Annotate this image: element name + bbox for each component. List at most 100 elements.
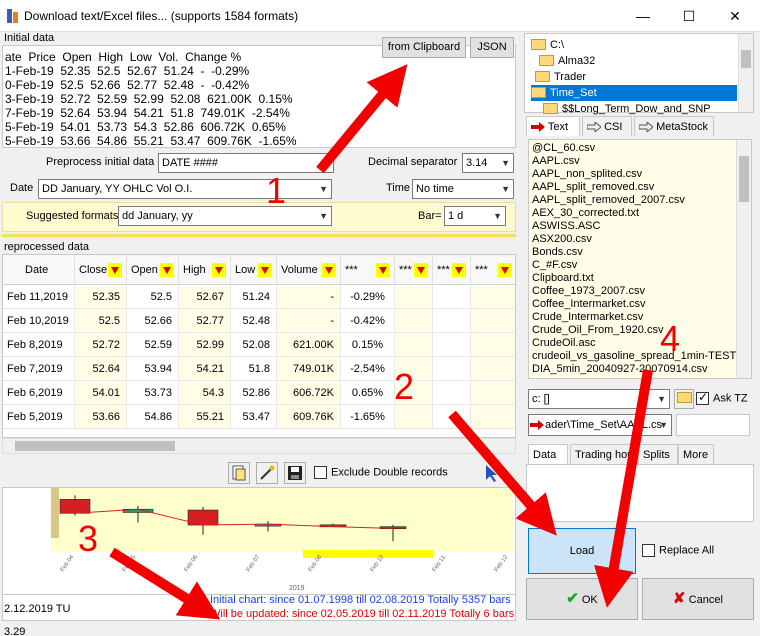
initial-data-line: 7-Feb-19 52.64 53.94 54.21 51.8 749.01K … [5,106,290,120]
filter-arrow-icon[interactable] [452,263,466,277]
file-item[interactable]: DIA_5min_20040927-20070914.csv [529,363,751,376]
filter-arrow-icon[interactable] [212,263,226,277]
filter-arrow-icon[interactable] [160,263,174,277]
file-item[interactable]: ASX200.csv [529,233,751,246]
file-item[interactable]: Bonds.csv [529,246,751,259]
annotation-number-3: 3 [78,518,99,559]
file-item[interactable]: AAPL_split_removed.csv [529,181,751,194]
column-header[interactable]: *** [341,255,395,285]
file-item[interactable]: ASWISS.ASC [529,220,751,233]
table-cell: -0.42% [341,310,395,333]
table-cell [471,406,515,429]
file-item[interactable]: Coffee_1973_2007.csv [529,285,751,298]
column-header[interactable]: Date [3,255,75,285]
pointer-icon[interactable] [478,462,502,484]
tab-more[interactable]: More [678,444,714,464]
tab-text[interactable]: Text [526,116,580,136]
tab-metastock[interactable]: MetaStock [634,116,714,136]
table-cell [395,406,433,429]
column-header[interactable]: *** [433,255,471,285]
decimal-separator-value: 3.14 [466,157,488,169]
tab-csi[interactable]: CSI [582,116,632,136]
cancel-button[interactable]: ✘ Cancel [642,578,754,620]
time-format-combo[interactable]: No time ▼ [412,179,514,199]
tree-scrollbar[interactable] [738,34,753,112]
tab-splits[interactable]: Splits [638,444,678,464]
tab-trading-hours[interactable]: Trading hour [570,444,638,464]
drive-combo[interactable]: c: [] ▼ [528,389,670,409]
table-cell: 53.47 [231,406,277,429]
file-list[interactable]: @CL_60.csv AAPL.csv AAPL_non_splited.csv AA… [528,139,752,379]
initial-data-text[interactable]: ate Price Open High Low Vol. Change % 1-F… [2,45,516,148]
preprocessed-grid[interactable]: Date Close Open High Low Volume *** *** *** *** Fe… [2,254,516,438]
column-header[interactable]: Close [75,255,127,285]
file-item[interactable]: AEX_30_corrected.txt [529,207,751,220]
file-item[interactable]: crudeoil_vs_gasoline_spread_1min-TESTED [529,350,751,363]
file-list-scrollbar[interactable] [736,140,751,378]
replace-all-checkbox[interactable]: Replace All [642,544,714,557]
suggested-formats-combo[interactable]: dd January, yy ▼ [118,206,332,226]
file-item[interactable]: Coffee_Intermarket.csv [529,298,751,311]
tree-item[interactable]: Alma32 [539,53,595,69]
filter-arrow-icon[interactable] [414,263,428,277]
ask-tz-label: Ask TZ [713,392,748,405]
initial-data-line: 0-Feb-19 52.5 52.66 52.77 52.48 - -0.42% [5,78,250,92]
drive-value: c: [] [532,393,550,405]
from-clipboard-button[interactable]: from Clipboard [382,37,466,58]
tree-item[interactable]: Trader [535,69,586,85]
table-cell: 52.64 [75,358,127,381]
json-button[interactable]: JSON [470,37,514,58]
wand-icon[interactable] [256,462,278,484]
folder-icon[interactable] [674,389,694,409]
checkbox-box[interactable] [642,544,655,557]
tree-item-label: Alma32 [558,55,596,67]
preprocess-combo[interactable]: DATE #### ▼ [158,153,334,173]
checkbox-box[interactable] [314,466,327,479]
horizontal-scrollbar[interactable] [2,438,516,454]
column-header[interactable]: *** [471,255,515,285]
file-item[interactable]: Clipboard.txt [529,272,751,285]
file-item[interactable]: C_#F.csv [529,259,751,272]
file-item[interactable]: CrudeOil.asc [529,337,751,350]
ok-button[interactable]: ✔ OK [526,578,638,620]
save-icon[interactable] [284,462,306,484]
maximize-button[interactable]: ☐ [666,0,712,32]
column-header[interactable]: Open [127,255,179,285]
file-item[interactable]: Crude_Oil_From_1920.csv [529,324,751,337]
decimal-separator-combo[interactable]: 3.14 ▼ [462,153,514,173]
column-header[interactable]: Low [231,255,277,285]
filter-arrow-icon[interactable] [322,263,336,277]
path-combo[interactable]: ader\Time_Set\AAPL.cs ▼ [528,414,672,436]
checkbox-box[interactable] [696,390,709,405]
file-item[interactable]: @CL_60.csv [529,142,751,155]
file-item[interactable]: AAPL_non_splited.csv [529,168,751,181]
ask-tz-checkbox[interactable]: Ask TZ [696,390,748,405]
filter-arrow-icon[interactable] [258,263,272,277]
close-button[interactable]: ✕ [712,0,758,32]
tree-item[interactable]: C:\ [531,37,564,53]
bar-combo[interactable]: 1 d ▼ [444,206,506,226]
file-item[interactable]: AAPL.csv [529,155,751,168]
exclude-double-checkbox[interactable]: Exclude Double records [314,466,448,479]
folder-icon [539,54,554,66]
date-format-combo[interactable]: DD January, YY OHLC Vol O.I. ▼ [38,179,332,199]
table-cell: Feb 7,2019 [3,358,75,381]
column-header[interactable]: High [179,255,231,285]
filter-arrow-icon[interactable] [498,263,512,277]
copy-icon[interactable] [228,462,250,484]
table-cell: 749.01K [277,358,341,381]
minimize-button[interactable]: — [620,0,666,32]
file-item[interactable]: AAPL_split_removed_2007.csv [529,194,751,207]
load-button[interactable]: Load [528,528,636,574]
filter-arrow-icon[interactable] [376,263,390,277]
tab-data[interactable]: Data [528,444,568,464]
tree-item[interactable]: Time_Set [531,85,737,101]
tree-item[interactable]: $$Long_Term_Dow_and_SNP [543,101,711,117]
file-item[interactable]: Crude_Intermarket.csv [529,311,751,324]
column-header[interactable]: *** [395,255,433,285]
column-header[interactable]: Volume [277,255,341,285]
folder-tree[interactable]: C:\ Alma32 Trader Time_Set $$Long_Term_Dow_a… [524,33,754,115]
extra-input[interactable] [676,414,750,436]
filter-arrow-icon[interactable] [108,263,122,277]
scrollbar-thumb[interactable] [15,441,175,451]
